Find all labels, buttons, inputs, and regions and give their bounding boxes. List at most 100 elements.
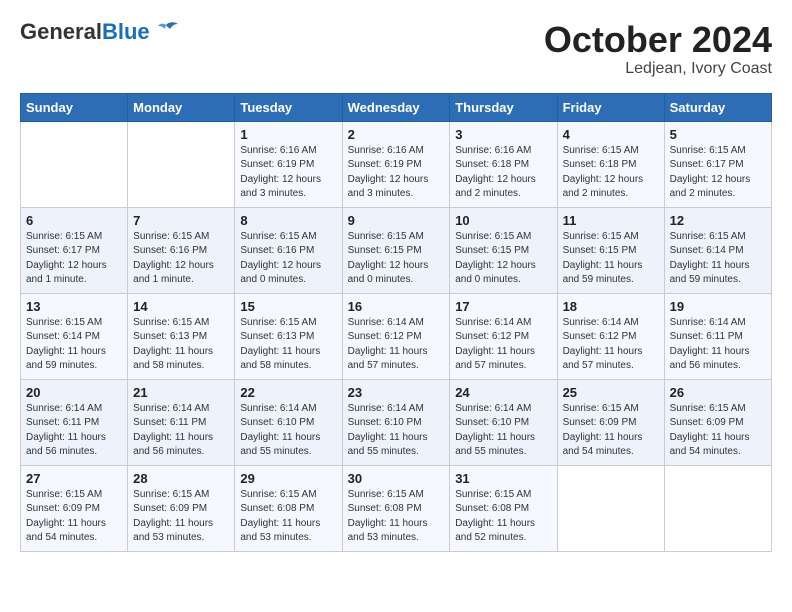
day-info: Sunrise: 6:15 AM Sunset: 6:08 PM Dayligh…	[348, 488, 445, 546]
calendar-day-cell	[128, 121, 235, 207]
calendar-table: SundayMondayTuesdayWednesdayThursdayFrid…	[20, 93, 772, 552]
day-info: Sunrise: 6:14 AM Sunset: 6:10 PM Dayligh…	[455, 402, 551, 460]
day-info: Sunrise: 6:15 AM Sunset: 6:15 PM Dayligh…	[563, 230, 659, 288]
day-number: 8	[240, 213, 336, 228]
day-info: Sunrise: 6:14 AM Sunset: 6:12 PM Dayligh…	[563, 316, 659, 374]
calendar-day-cell	[664, 465, 771, 551]
logo-bird-icon	[152, 21, 180, 43]
day-number: 22	[240, 385, 336, 400]
calendar-day-cell: 21Sunrise: 6:14 AM Sunset: 6:11 PM Dayli…	[128, 379, 235, 465]
day-number: 10	[455, 213, 551, 228]
day-info: Sunrise: 6:14 AM Sunset: 6:10 PM Dayligh…	[348, 402, 445, 460]
calendar-day-cell: 6Sunrise: 6:15 AM Sunset: 6:17 PM Daylig…	[21, 207, 128, 293]
day-info: Sunrise: 6:16 AM Sunset: 6:19 PM Dayligh…	[240, 144, 336, 202]
day-info: Sunrise: 6:14 AM Sunset: 6:10 PM Dayligh…	[240, 402, 336, 460]
day-number: 28	[133, 471, 229, 486]
day-number: 18	[563, 299, 659, 314]
calendar-day-cell: 5 Sunrise: 6:15 AM Sunset: 6:17 PM Daylig…	[664, 121, 771, 207]
day-info: Sunrise: 6:14 AM Sunset: 6:12 PM Dayligh…	[348, 316, 445, 374]
day-info: Sunrise: 6:15 AM Sunset: 6:17 PM Dayligh…	[670, 144, 766, 202]
logo-text: GeneralBlue	[20, 20, 150, 44]
calendar-day-cell: 12 Sunrise: 6:15 AM Sunset: 6:14 PM Dayli…	[664, 207, 771, 293]
day-number: 4	[563, 127, 659, 142]
day-info: Sunrise: 6:14 AM Sunset: 6:12 PM Dayligh…	[455, 316, 551, 374]
day-info: Sunrise: 6:15 AM Sunset: 6:09 PM Dayligh…	[133, 488, 229, 546]
calendar-week-row: 20 Sunrise: 6:14 AM Sunset: 6:11 PM Dayli…	[21, 379, 772, 465]
day-info: Sunrise: 6:15 AM Sunset: 6:14 PM Dayligh…	[26, 316, 122, 374]
day-number: 9	[348, 213, 445, 228]
calendar-week-row: 1 Sunrise: 6:16 AM Sunset: 6:19 PM Daylig…	[21, 121, 772, 207]
day-info: Sunrise: 6:16 AM Sunset: 6:19 PM Dayligh…	[348, 144, 445, 202]
day-number: 29	[240, 471, 336, 486]
calendar-day-cell: 24Sunrise: 6:14 AM Sunset: 6:10 PM Dayli…	[450, 379, 557, 465]
calendar-header-cell: Thursday	[450, 93, 557, 121]
calendar-week-row: 6Sunrise: 6:15 AM Sunset: 6:17 PM Daylig…	[21, 207, 772, 293]
calendar-day-cell: 25Sunrise: 6:15 AM Sunset: 6:09 PM Dayli…	[557, 379, 664, 465]
calendar-day-cell: 29Sunrise: 6:15 AM Sunset: 6:08 PM Dayli…	[235, 465, 342, 551]
calendar-header-cell: Wednesday	[342, 93, 450, 121]
day-info: Sunrise: 6:14 AM Sunset: 6:11 PM Dayligh…	[670, 316, 766, 374]
calendar-day-cell: 18 Sunrise: 6:14 AM Sunset: 6:12 PM Dayli…	[557, 293, 664, 379]
day-info: Sunrise: 6:14 AM Sunset: 6:11 PM Dayligh…	[26, 402, 122, 460]
day-info: Sunrise: 6:15 AM Sunset: 6:14 PM Dayligh…	[670, 230, 766, 288]
calendar-title: October 2024	[544, 20, 772, 60]
day-info: Sunrise: 6:15 AM Sunset: 6:15 PM Dayligh…	[348, 230, 445, 288]
day-number: 13	[26, 299, 122, 314]
day-number: 11	[563, 213, 659, 228]
day-number: 3	[455, 127, 551, 142]
calendar-day-cell: 8Sunrise: 6:15 AM Sunset: 6:16 PM Daylig…	[235, 207, 342, 293]
calendar-day-cell	[21, 121, 128, 207]
calendar-day-cell: 31Sunrise: 6:15 AM Sunset: 6:08 PM Dayli…	[450, 465, 557, 551]
day-info: Sunrise: 6:15 AM Sunset: 6:09 PM Dayligh…	[563, 402, 659, 460]
day-number: 26	[670, 385, 766, 400]
calendar-day-cell: 19 Sunrise: 6:14 AM Sunset: 6:11 PM Dayli…	[664, 293, 771, 379]
title-block: October 2024 Ledjean, Ivory Coast	[544, 20, 772, 78]
day-number: 17	[455, 299, 551, 314]
day-number: 19	[670, 299, 766, 314]
calendar-day-cell: 16Sunrise: 6:14 AM Sunset: 6:12 PM Dayli…	[342, 293, 450, 379]
calendar-day-cell: 1 Sunrise: 6:16 AM Sunset: 6:19 PM Daylig…	[235, 121, 342, 207]
day-info: Sunrise: 6:15 AM Sunset: 6:13 PM Dayligh…	[133, 316, 229, 374]
calendar-day-cell: 11 Sunrise: 6:15 AM Sunset: 6:15 PM Dayli…	[557, 207, 664, 293]
calendar-day-cell: 9 Sunrise: 6:15 AM Sunset: 6:15 PM Daylig…	[342, 207, 450, 293]
calendar-header-cell: Saturday	[664, 93, 771, 121]
calendar-day-cell: 26 Sunrise: 6:15 AM Sunset: 6:09 PM Dayli…	[664, 379, 771, 465]
calendar-day-cell: 15 Sunrise: 6:15 AM Sunset: 6:13 PM Dayli…	[235, 293, 342, 379]
calendar-week-row: 27 Sunrise: 6:15 AM Sunset: 6:09 PM Dayli…	[21, 465, 772, 551]
day-info: Sunrise: 6:15 AM Sunset: 6:09 PM Dayligh…	[670, 402, 766, 460]
calendar-header-cell: Sunday	[21, 93, 128, 121]
calendar-week-row: 13 Sunrise: 6:15 AM Sunset: 6:14 PM Dayli…	[21, 293, 772, 379]
calendar-day-cell: 30 Sunrise: 6:15 AM Sunset: 6:08 PM Dayli…	[342, 465, 450, 551]
day-number: 1	[240, 127, 336, 142]
calendar-day-cell: 14Sunrise: 6:15 AM Sunset: 6:13 PM Dayli…	[128, 293, 235, 379]
day-info: Sunrise: 6:15 AM Sunset: 6:17 PM Dayligh…	[26, 230, 122, 288]
calendar-header-cell: Friday	[557, 93, 664, 121]
day-number: 5	[670, 127, 766, 142]
day-info: Sunrise: 6:15 AM Sunset: 6:13 PM Dayligh…	[240, 316, 336, 374]
calendar-day-cell: 27Sunrise: 6:15 AM Sunset: 6:09 PM Dayli…	[21, 465, 128, 551]
calendar-day-cell: 22 Sunrise: 6:14 AM Sunset: 6:10 PM Dayli…	[235, 379, 342, 465]
calendar-day-cell: 3 Sunrise: 6:16 AM Sunset: 6:18 PM Daylig…	[450, 121, 557, 207]
day-number: 27	[26, 471, 122, 486]
day-number: 2	[348, 127, 445, 142]
calendar-day-cell: 2 Sunrise: 6:16 AM Sunset: 6:19 PM Daylig…	[342, 121, 450, 207]
calendar-day-cell	[557, 465, 664, 551]
day-number: 31	[455, 471, 551, 486]
day-number: 15	[240, 299, 336, 314]
day-number: 12	[670, 213, 766, 228]
page-header: GeneralBlue October 2024 Ledjean, Ivory …	[20, 20, 772, 78]
logo: GeneralBlue	[20, 20, 180, 44]
day-number: 20	[26, 385, 122, 400]
day-info: Sunrise: 6:16 AM Sunset: 6:18 PM Dayligh…	[455, 144, 551, 202]
day-number: 30	[348, 471, 445, 486]
day-number: 7	[133, 213, 229, 228]
day-info: Sunrise: 6:15 AM Sunset: 6:18 PM Dayligh…	[563, 144, 659, 202]
day-number: 23	[348, 385, 445, 400]
calendar-subtitle: Ledjean, Ivory Coast	[544, 60, 772, 78]
day-info: Sunrise: 6:15 AM Sunset: 6:15 PM Dayligh…	[455, 230, 551, 288]
calendar-day-cell: 7Sunrise: 6:15 AM Sunset: 6:16 PM Daylig…	[128, 207, 235, 293]
calendar-day-cell: 23 Sunrise: 6:14 AM Sunset: 6:10 PM Dayli…	[342, 379, 450, 465]
calendar-day-cell: 20 Sunrise: 6:14 AM Sunset: 6:11 PM Dayli…	[21, 379, 128, 465]
calendar-day-cell: 17 Sunrise: 6:14 AM Sunset: 6:12 PM Dayli…	[450, 293, 557, 379]
calendar-day-cell: 10 Sunrise: 6:15 AM Sunset: 6:15 PM Dayli…	[450, 207, 557, 293]
